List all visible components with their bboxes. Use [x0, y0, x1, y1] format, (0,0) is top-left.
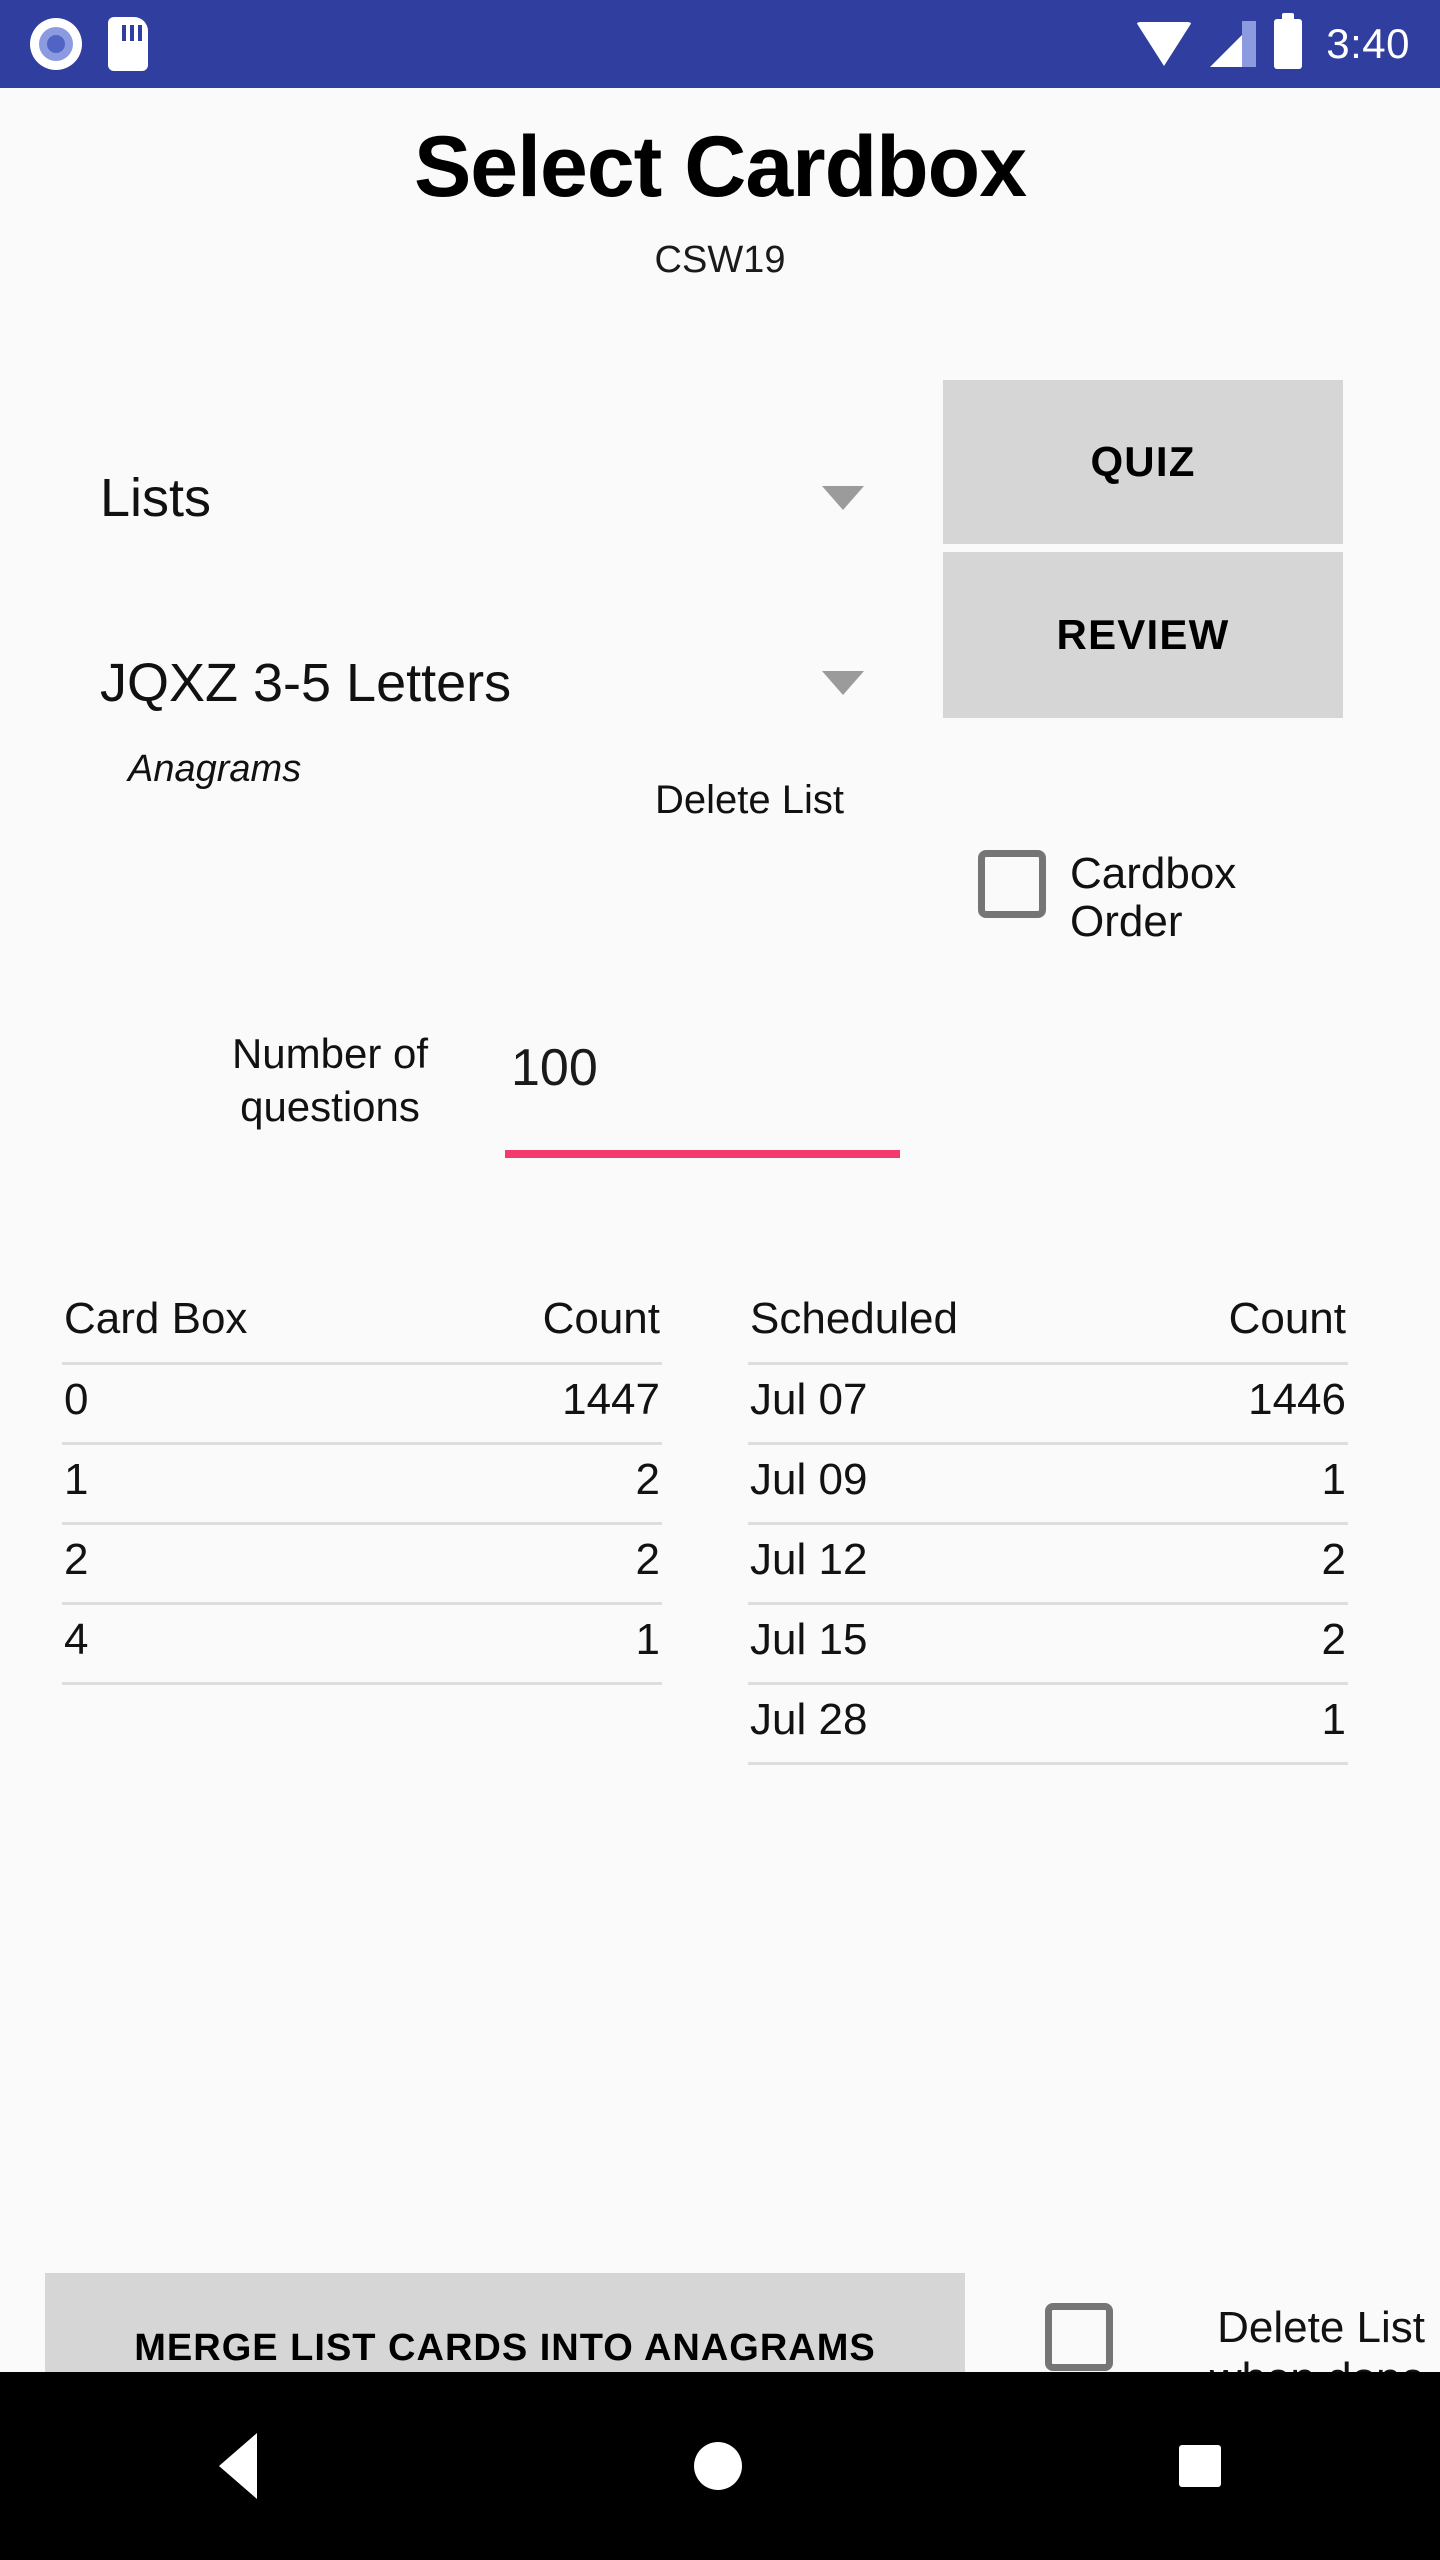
scheduled-count: 1 — [1129, 1683, 1348, 1765]
cardbox-order-checkbox[interactable] — [978, 850, 1046, 918]
number-of-questions-input[interactable]: 100 — [505, 1038, 900, 1166]
scheduled-date: Jul 09 — [748, 1443, 1130, 1525]
scheduled-count: 1 — [1129, 1443, 1348, 1525]
scheduled-date: Jul 12 — [748, 1523, 1130, 1605]
table-row: 4 1 — [62, 1603, 662, 1685]
table-row: Jul 09 1 — [748, 1443, 1348, 1525]
input-underline — [505, 1150, 900, 1158]
status-bar: 3:40 — [0, 0, 1440, 88]
cardbox-count: 1 — [426, 1603, 662, 1685]
home-icon[interactable] — [693, 2442, 742, 2490]
page-title: Select Cardbox — [413, 119, 1027, 215]
wifi-icon — [1136, 22, 1193, 66]
list-name-spinner[interactable]: JQXZ 3-5 Letters — [100, 638, 920, 728]
status-bar-right-icons: 3:40 — [1136, 13, 1410, 69]
table-header-row: Card Box Count — [62, 1283, 662, 1365]
scheduled-date: Jul 28 — [748, 1683, 1130, 1765]
battery-icon — [1274, 13, 1303, 69]
lexicon-subtitle: CSW19 — [654, 239, 786, 281]
column-header-count: Count — [1129, 1283, 1348, 1365]
scheduled-count: 1446 — [1129, 1363, 1348, 1445]
cardbox-count: 2 — [426, 1443, 662, 1525]
cardbox-order-checkbox-group[interactable]: Cardbox Order — [978, 849, 1330, 947]
cardbox-counts-table: Card Box Count 0 1447 1 2 2 2 4 1 — [62, 1283, 662, 1685]
column-header-count: Count — [426, 1283, 662, 1365]
table-row: 1 2 — [62, 1443, 662, 1525]
chevron-down-icon — [822, 486, 864, 510]
scheduled-count: 2 — [1129, 1603, 1348, 1685]
status-bar-left-icons — [30, 17, 148, 71]
column-header-scheduled: Scheduled — [748, 1283, 1130, 1365]
main-content: Select Cardbox CSW19 Lists JQXZ 3-5 Lett… — [0, 88, 1440, 2423]
signal-icon — [1210, 21, 1257, 67]
scheduled-date: Jul 07 — [748, 1363, 1130, 1445]
cardbox-number: 2 — [62, 1523, 427, 1605]
review-button[interactable]: REVIEW — [943, 552, 1343, 718]
scheduled-count: 2 — [1129, 1523, 1348, 1605]
cardbox-number: 0 — [62, 1363, 427, 1445]
number-of-questions-value: 100 — [511, 1039, 598, 1097]
back-icon[interactable] — [218, 2433, 257, 2499]
column-header-cardbox: Card Box — [62, 1283, 427, 1365]
list-name-spinner-label: JQXZ 3-5 Letters — [100, 653, 512, 713]
quiz-button[interactable]: QUIZ — [943, 380, 1343, 544]
sd-card-icon — [108, 17, 148, 71]
screen-record-icon — [30, 18, 82, 70]
android-navigation-bar — [0, 2372, 1440, 2560]
number-of-questions-label: Number of questions — [231, 1030, 429, 1130]
table-header-row: Scheduled Count — [748, 1283, 1348, 1365]
cardbox-count: 2 — [426, 1523, 662, 1605]
cardbox-count: 1447 — [426, 1363, 662, 1445]
recents-icon[interactable] — [1179, 2445, 1222, 2487]
list-type-spinner-label: Lists — [100, 468, 212, 528]
status-bar-clock: 3:40 — [1326, 20, 1410, 67]
list-type-spinner[interactable]: Lists — [100, 453, 920, 543]
table-row: 0 1447 — [62, 1363, 662, 1445]
cardbox-number: 1 — [62, 1443, 427, 1525]
table-row: Jul 07 1446 — [748, 1363, 1348, 1445]
chevron-down-icon — [822, 671, 864, 695]
table-row: Jul 12 2 — [748, 1523, 1348, 1605]
delete-list-button[interactable]: Delete List — [655, 778, 844, 823]
delete-when-done-checkbox[interactable] — [1045, 2303, 1113, 2371]
scheduled-date: Jul 15 — [748, 1603, 1130, 1685]
cardbox-number: 4 — [62, 1603, 427, 1685]
anagrams-label: Anagrams — [128, 748, 302, 790]
app-screen: 3:40 Select Cardbox CSW19 Lists JQXZ 3-5… — [0, 0, 1440, 2560]
table-row: Jul 28 1 — [748, 1683, 1348, 1765]
cardbox-order-label: Cardbox Order — [1070, 849, 1237, 947]
table-row: 2 2 — [62, 1523, 662, 1605]
table-row: Jul 15 2 — [748, 1603, 1348, 1685]
scheduled-counts-table: Scheduled Count Jul 07 1446 Jul 09 1 Jul… — [748, 1283, 1348, 1765]
